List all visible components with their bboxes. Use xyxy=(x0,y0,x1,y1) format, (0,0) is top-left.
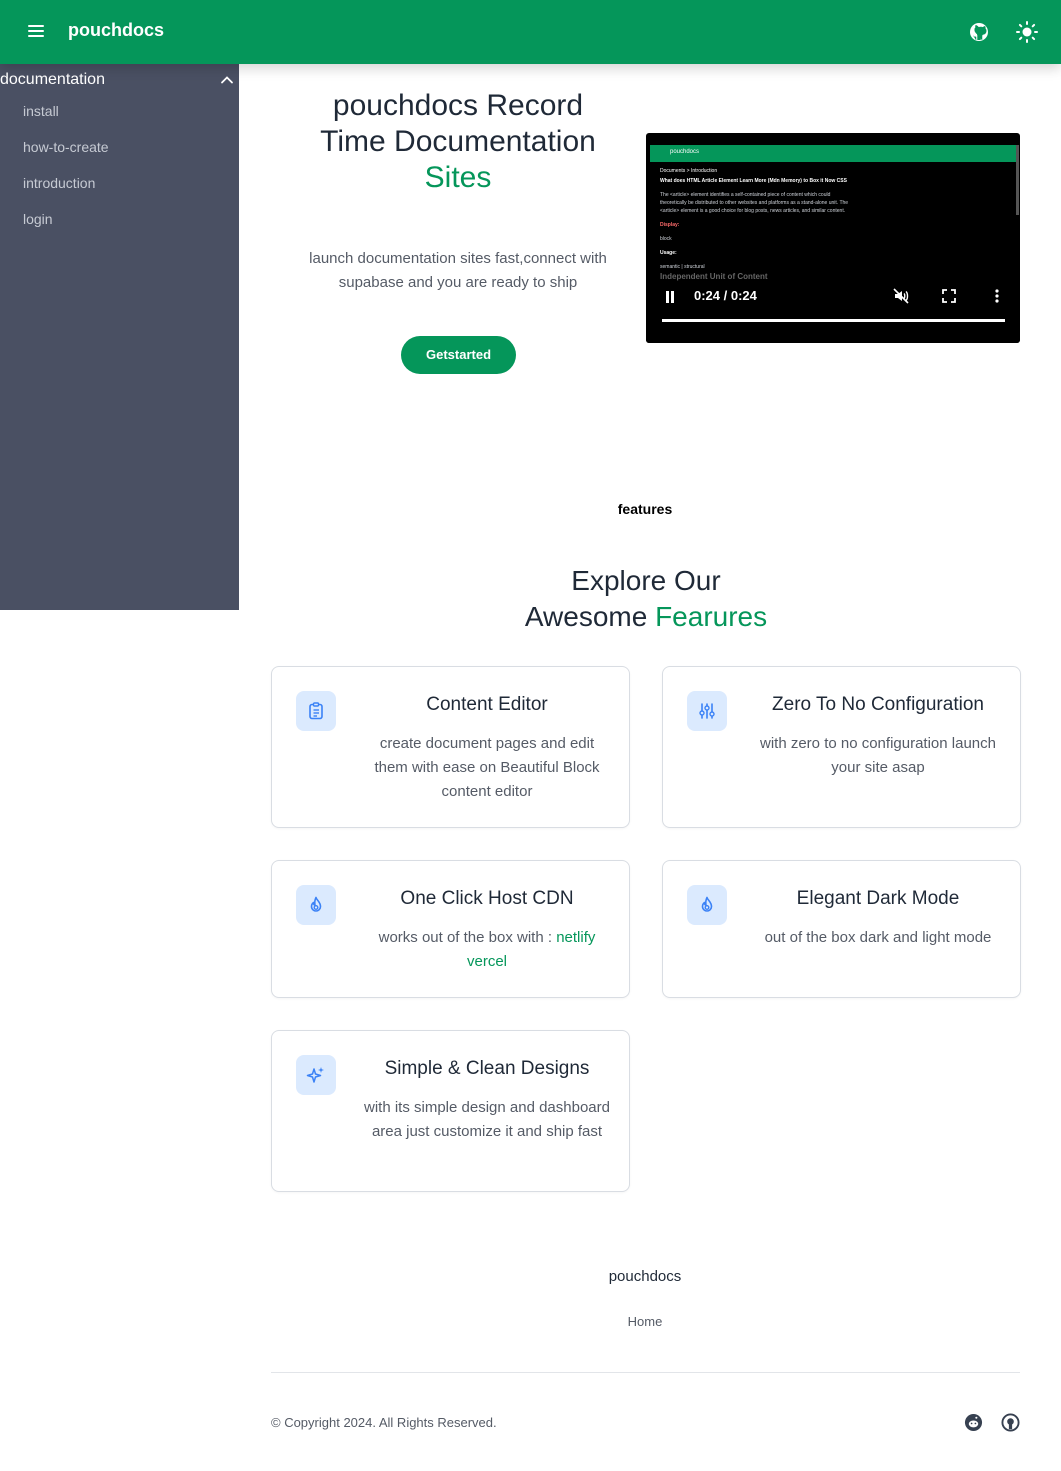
hero-subtitle: launch documentation sites fast,connect … xyxy=(309,250,607,291)
feature-description: works out of the box with : netlify verc… xyxy=(362,926,612,974)
video-frame-content: Documents > Introduction What does HTML … xyxy=(654,167,1014,281)
sun-icon[interactable] xyxy=(1015,20,1039,44)
video-scrollbar xyxy=(1016,145,1019,215)
hero-title-text: pouchdocs Record Time Documentation xyxy=(320,89,596,158)
brand-logo-text[interactable]: pouchdocs xyxy=(68,20,164,41)
feature-description: with its simple design and dashboard are… xyxy=(364,1099,610,1140)
github-icon[interactable] xyxy=(1001,1413,1020,1432)
video-app-title: pouchdocs xyxy=(670,149,700,155)
features-heading-line1: Explore Our xyxy=(571,565,721,596)
github-icon[interactable] xyxy=(967,20,991,44)
footer-brand: pouchdocs xyxy=(608,1268,682,1285)
feature-description: create document pages and edit them with… xyxy=(374,735,600,800)
chevron-up-icon[interactable] xyxy=(220,73,234,87)
feature-description: out of the box dark and light mode xyxy=(764,929,992,946)
video-progress-bar[interactable] xyxy=(662,319,1005,322)
sidebar-item-login[interactable]: login xyxy=(23,211,53,227)
netlify-link[interactable]: netlify xyxy=(556,929,595,946)
hero-title-accent: Sites xyxy=(424,161,492,194)
sidebar-section-documentation[interactable]: documentation xyxy=(0,71,239,91)
feature-card-zero-config: Zero To No Configuration with zero to no… xyxy=(662,666,1021,828)
flame-icon xyxy=(296,885,336,925)
feature-card-dark-mode: Elegant Dark Mode out of the box dark an… xyxy=(662,860,1021,998)
feature-card-content-editor: Content Editor create document pages and… xyxy=(271,666,630,828)
get-started-button[interactable]: Getstarted xyxy=(401,336,516,374)
flame-icon xyxy=(687,885,727,925)
video-time: 0:24 / 0:24 xyxy=(694,288,757,303)
pause-icon[interactable] xyxy=(666,290,676,303)
reddit-icon[interactable] xyxy=(964,1413,983,1432)
hero-title: pouchdocs Record Time Documentation Site… xyxy=(308,88,608,196)
feature-title: Content Editor xyxy=(426,694,548,715)
sidebar-item-how-to-create[interactable]: how-to-create xyxy=(23,139,109,155)
sidebar-item-install[interactable]: install xyxy=(23,103,59,119)
footer-divider xyxy=(271,1372,1020,1373)
sidebar-item-introduction[interactable]: introduction xyxy=(23,175,95,191)
features-heading-accent: Fearures xyxy=(655,601,768,632)
video-overlay-heading: Independent Unit of Content xyxy=(660,272,768,281)
feature-title: Elegant Dark Mode xyxy=(796,888,960,909)
feature-title: Zero To No Configuration xyxy=(772,694,984,715)
video-label-display: Display: xyxy=(660,222,680,228)
sliders-icon xyxy=(687,691,727,731)
feature-description: with zero to no configuration launch you… xyxy=(760,735,996,776)
video-heading: What does HTML Article Element Learn Mor… xyxy=(660,178,847,184)
video-label-semantic: semantic | structural xyxy=(660,264,705,270)
features-heading-line2: Awesome xyxy=(524,601,648,632)
video-paragraph: The <article> element identifies a self-… xyxy=(660,192,849,214)
more-options-icon[interactable] xyxy=(988,287,1006,305)
feature-title: Simple & Clean Designs xyxy=(384,1058,590,1079)
video-breadcrumb: Documents > Introduction xyxy=(660,168,718,174)
vercel-link[interactable]: vercel xyxy=(467,953,507,970)
fullscreen-icon[interactable] xyxy=(940,287,958,305)
video-label-usage: Usage: xyxy=(660,250,677,256)
clipboard-icon xyxy=(296,691,336,731)
menu-icon[interactable] xyxy=(26,22,48,42)
video-label-block: block xyxy=(660,236,672,242)
feature-description-text: works out of the box with : xyxy=(378,929,557,946)
top-navbar: pouchdocs xyxy=(0,0,1061,64)
demo-video-player[interactable]: pouchdocs Documents > Introduction What … xyxy=(646,133,1020,343)
docs-sidebar: documentation install how-to-create intr… xyxy=(0,64,239,610)
sidebar-section-label: documentation xyxy=(0,71,105,88)
footer-home-link[interactable]: Home xyxy=(595,1314,695,1329)
feature-card-one-click-host: One Click Host CDN works out of the box … xyxy=(271,860,630,998)
sparkles-icon xyxy=(296,1055,336,1095)
features-eyebrow: features xyxy=(617,501,673,517)
mute-icon[interactable] xyxy=(892,287,910,305)
copyright-text: © Copyright 2024. All Rights Reserved. xyxy=(271,1415,497,1430)
video-app-header: pouchdocs xyxy=(650,145,1016,162)
video-progress-fill xyxy=(662,319,1005,322)
feature-card-simple-designs: Simple & Clean Designs with its simple d… xyxy=(271,1030,630,1192)
feature-title: One Click Host CDN xyxy=(400,888,574,909)
features-heading: Explore Our Awesome Fearures xyxy=(446,563,846,635)
